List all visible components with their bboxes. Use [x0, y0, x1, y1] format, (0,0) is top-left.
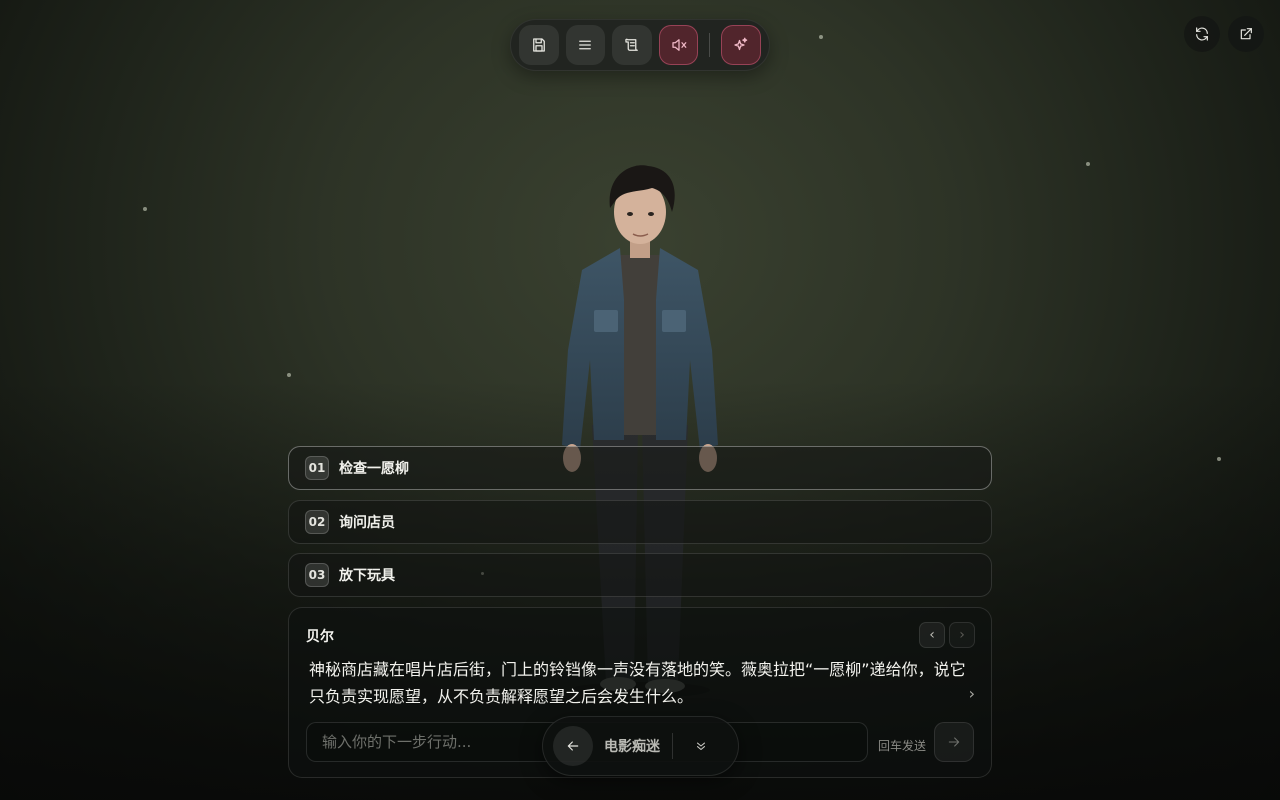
choice-label: 检查一愿柳 — [339, 461, 409, 477]
enter-to-send-hint: 回车发送 — [878, 739, 927, 753]
choice-label: 询问店员 — [339, 515, 395, 531]
mute-icon — [671, 39, 686, 51]
back-button[interactable] — [553, 726, 593, 766]
external-link-icon — [1240, 28, 1252, 40]
send-button[interactable] — [934, 722, 974, 762]
story-title: 电影痴迷 — [604, 739, 660, 755]
choice-number: 01 — [305, 456, 329, 480]
previous-line-button[interactable]: ‹ — [919, 622, 945, 648]
open-external-button[interactable] — [1228, 16, 1264, 52]
story-pill: 电影痴迷 — [542, 716, 739, 776]
dialog-text: 神秘商店藏在唱片店后街，门上的铃铛像一声没有落地的笑。薇奥拉把“一愿柳”递给你，… — [309, 660, 966, 706]
refresh-button[interactable] — [1184, 16, 1220, 52]
script-button[interactable] — [612, 25, 652, 65]
choice-option-2[interactable]: 02 询问店员 — [288, 500, 992, 544]
sparkle — [287, 373, 291, 377]
sparkle — [143, 207, 147, 211]
chevron-double-down-icon — [696, 742, 706, 751]
refresh-icon — [1196, 27, 1208, 41]
sparkles-icon — [734, 37, 748, 51]
script-icon — [625, 38, 638, 51]
continue-arrow-icon[interactable]: › — [969, 684, 975, 703]
arrow-right-icon — [948, 737, 960, 747]
menu-icon — [579, 40, 592, 50]
arrow-left-icon — [567, 741, 579, 751]
save-icon — [532, 38, 545, 52]
sparkle — [1086, 162, 1090, 166]
choice-option-3[interactable]: 03 放下玩具 — [288, 553, 992, 597]
expand-button[interactable] — [691, 736, 711, 756]
choice-number: 03 — [305, 563, 329, 587]
choice-number: 02 — [305, 510, 329, 534]
sparkle — [1217, 457, 1221, 461]
menu-button[interactable] — [565, 25, 606, 65]
choice-option-1[interactable]: 01 检查一愿柳 — [288, 446, 992, 490]
speaker-name: 贝尔 — [306, 629, 334, 645]
save-button[interactable] — [519, 25, 559, 65]
toolbar-divider — [709, 33, 711, 57]
top-toolbar — [510, 19, 770, 71]
sparkle — [819, 35, 823, 39]
pill-divider — [672, 733, 673, 759]
next-line-button[interactable]: › — [949, 622, 975, 648]
choice-label: 放下玩具 — [339, 568, 395, 584]
mute-button[interactable] — [658, 25, 699, 65]
ai-assist-button[interactable] — [721, 25, 761, 65]
